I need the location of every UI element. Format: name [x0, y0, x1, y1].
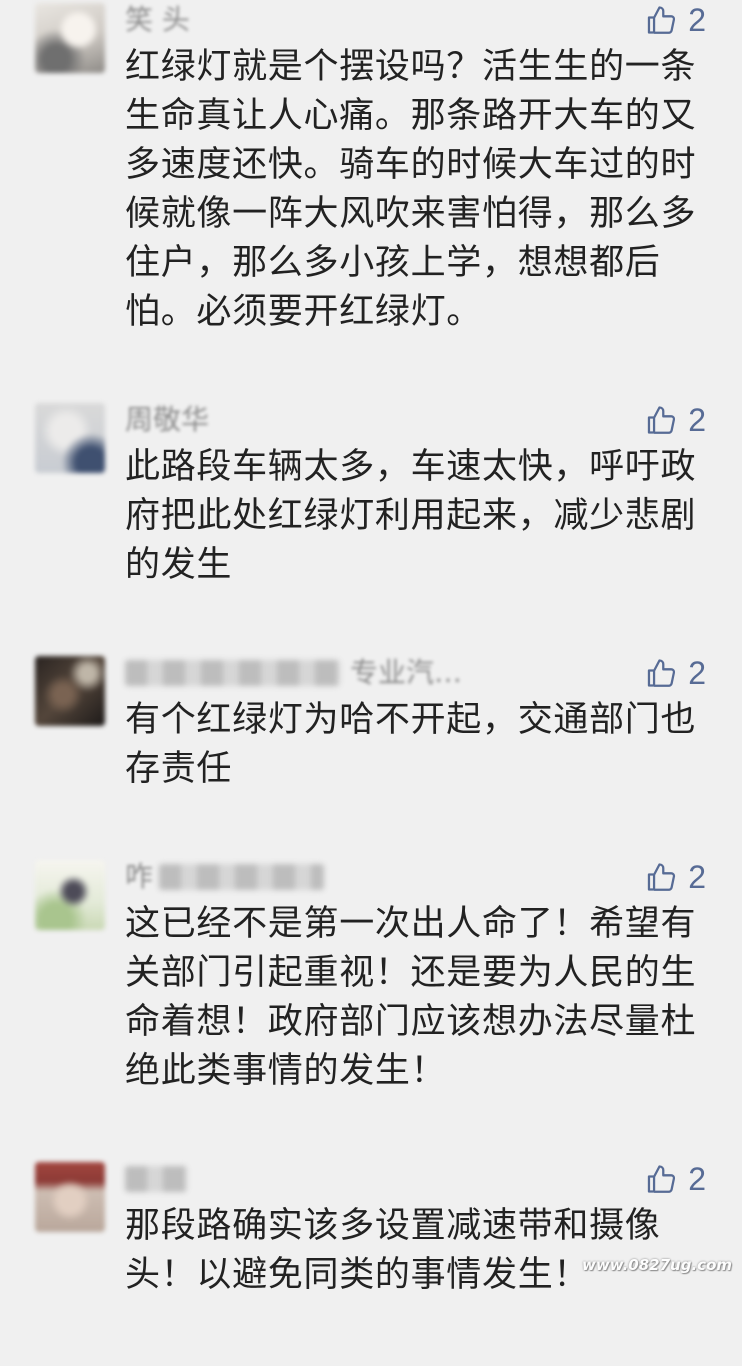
- like-count: 2: [688, 1161, 706, 1197]
- avatar[interactable]: [35, 656, 105, 726]
- comment-text: 这已经不是第一次出人命了！希望有 关部门引起重视！还是要为人民的生 命着想！政府…: [125, 900, 706, 1096]
- like-count: 2: [688, 655, 706, 691]
- comment-line: 多速度还快。骑车的时候大车过的时: [125, 145, 697, 185]
- comment-line: 那段路确实该多设置减速带和摄像: [125, 1206, 661, 1246]
- blurred-username-mask: [125, 1166, 187, 1192]
- comment-line: 这已经不是第一次出人命了！希望有: [125, 904, 697, 944]
- comment-line: 怕。必须要开红绿灯。: [125, 292, 483, 332]
- comment-header: 咋 2: [125, 860, 706, 894]
- comment-item: 周敬华 2 此路段车辆太多，车速太快，呼吁政 府把此处红绿灯利用起来，减少悲剧 …: [0, 403, 742, 656]
- comment-line: 有个红绿灯为哈不开起，交通部门也: [125, 700, 697, 740]
- comment-item: 咋 2 这已经不是第一次出人命了！希望有 关部门引起重视！还是要为人民的生 命着…: [0, 860, 742, 1162]
- blurred-username-mask: [159, 864, 325, 890]
- comment-header: 笑 头 2: [125, 3, 706, 37]
- like-button[interactable]: 2: [645, 1162, 706, 1196]
- watermark: www.0827ug.com: [582, 1256, 732, 1274]
- blurred-username-mask: [125, 660, 340, 686]
- comment-line: 府把此处红绿灯利用起来，减少悲剧: [125, 496, 697, 536]
- avatar[interactable]: [35, 3, 105, 73]
- comment-line: 关部门引起重视！还是要为人民的生: [125, 953, 697, 993]
- username-row: 专业汽…: [125, 656, 706, 690]
- username: 笑 头: [125, 3, 190, 36]
- username-row: 周敬华: [125, 403, 706, 437]
- like-button[interactable]: 2: [645, 656, 706, 690]
- comment-header: 周敬华 2: [125, 403, 706, 437]
- comment-line: 此路段车辆太多，车速太快，呼吁政: [125, 447, 697, 487]
- thumbs-up-icon: [648, 406, 676, 434]
- comment-text: 那段路确实该多设置减速带和摄像 头！以避免同类的事情发生！: [125, 1202, 706, 1300]
- comment-item: 专业汽… 2 有个红绿灯为哈不开起，交通部门也 存责任: [0, 656, 742, 860]
- comment-list: 笑 头 2 红绿灯就是个摆设吗？活生生的一条 生命真让人心痛。那条路开大车的又 …: [0, 3, 742, 1366]
- comment-line: 绝此类事情的发生！: [125, 1051, 447, 1091]
- comment-header: 2: [125, 1162, 706, 1196]
- thumbs-up-icon: [648, 1165, 676, 1193]
- username-row: 笑 头: [125, 3, 706, 37]
- comment-header: 专业汽… 2: [125, 656, 706, 690]
- username: 咋: [125, 860, 154, 893]
- username: 周敬华: [125, 403, 210, 436]
- comment-line: 的发生: [125, 545, 233, 585]
- username: 专业汽…: [350, 656, 463, 689]
- thumbs-up-icon: [648, 863, 676, 891]
- comment-line: 候就像一阵大风吹来害怕得，那么多: [125, 194, 697, 234]
- username-row: 咋: [125, 860, 706, 894]
- like-button[interactable]: 2: [645, 860, 706, 894]
- thumbs-up-icon: [648, 659, 676, 687]
- like-count: 2: [688, 2, 706, 38]
- like-button[interactable]: 2: [645, 403, 706, 437]
- comment-line: 生命真让人心痛。那条路开大车的又: [125, 96, 697, 136]
- comment-text: 红绿灯就是个摆设吗？活生生的一条 生命真让人心痛。那条路开大车的又 多速度还快。…: [125, 43, 706, 337]
- comment-text: 有个红绿灯为哈不开起，交通部门也 存责任: [125, 696, 706, 794]
- comment-item: 笑 头 2 红绿灯就是个摆设吗？活生生的一条 生命真让人心痛。那条路开大车的又 …: [0, 3, 742, 403]
- like-count: 2: [688, 402, 706, 438]
- avatar[interactable]: [35, 860, 105, 930]
- comment-line: 命着想！政府部门应该想办法尽量杜: [125, 1002, 697, 1042]
- comment-line: 存责任: [125, 749, 233, 789]
- like-button[interactable]: 2: [645, 3, 706, 37]
- like-count: 2: [688, 859, 706, 895]
- avatar[interactable]: [35, 403, 105, 473]
- comment-text: 此路段车辆太多，车速太快，呼吁政 府把此处红绿灯利用起来，减少悲剧 的发生: [125, 443, 706, 590]
- avatar[interactable]: [35, 1162, 105, 1232]
- comment-line: 住户，那么多小孩上学，想想都后: [125, 243, 661, 283]
- thumbs-up-icon: [648, 6, 676, 34]
- comment-line: 红绿灯就是个摆设吗？活生生的一条: [125, 47, 697, 87]
- username-row: [125, 1162, 706, 1196]
